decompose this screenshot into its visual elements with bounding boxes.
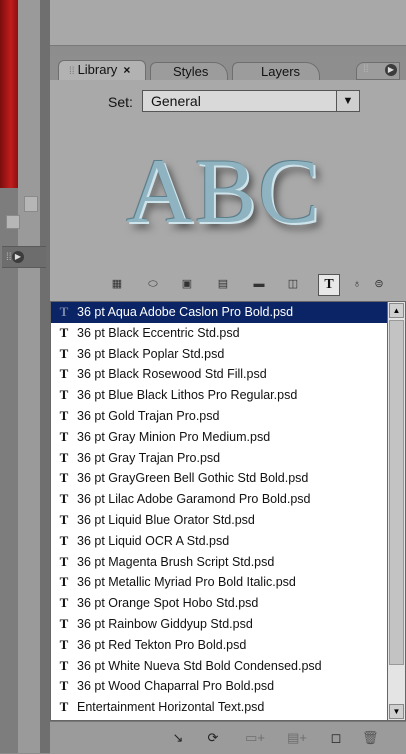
text-layer-icon: T [59, 532, 69, 548]
badge-icon[interactable]: ⊜ [370, 276, 388, 292]
scroll-down-arrow-icon[interactable]: ▼ [389, 704, 404, 719]
new-item-icon[interactable]: ◻ [328, 730, 344, 746]
left-dock-column [18, 0, 40, 753]
grid-icon[interactable]: ▦ [108, 276, 126, 292]
text-layer-icon: T [59, 615, 69, 631]
grip-icon: ⁞⁞ [69, 66, 75, 77]
list-item[interactable]: T 36 pt Magenta Brush Script Std.psd [51, 552, 387, 573]
tab-layers[interactable]: Layers [232, 62, 320, 80]
scroll-up-arrow-icon[interactable]: ▲ [389, 303, 404, 318]
list-item[interactable]: T 36 pt Aqua Adobe Caslon Pro Bold.psd [51, 302, 387, 323]
text-layer-icon: T [59, 574, 69, 590]
text-layer-icon: T [59, 595, 69, 611]
scroll-thumb[interactable] [389, 320, 404, 665]
list-item[interactable]: T 36 pt White Nueva Std Bold Condensed.ps… [51, 656, 387, 677]
dock-scroll-button[interactable] [24, 196, 38, 212]
text-layer-icon: T [59, 449, 69, 465]
text-layer-icon: T [59, 407, 69, 423]
list-item[interactable]: T 36 pt Gray Minion Pro Medium.psd [51, 427, 387, 448]
grip-icon: ⁞⁞ [363, 64, 369, 75]
preview-area: ABC [94, 136, 354, 246]
panel-menu-icon[interactable]: ▶ [385, 64, 397, 76]
text-layer-icon: T [59, 470, 69, 486]
trash-icon[interactable]: 🗑 [362, 730, 379, 746]
canvas-preview-strip [0, 0, 21, 188]
set-dropdown-value: General [151, 93, 201, 109]
list-item[interactable]: T 36 pt Gold Trajan Pro.psd [51, 406, 387, 427]
tab-styles-label: Styles [173, 64, 209, 79]
list-item[interactable]: T 36 pt Metallic Myriad Pro Bold Italic.p… [51, 572, 387, 593]
text-layer-icon: T [59, 511, 69, 527]
add-layer-icon[interactable]: ▭+ [240, 730, 270, 746]
library-list[interactable]: T 36 pt Aqua Adobe Caslon Pro Bold.psd T3… [50, 301, 388, 721]
text-layer-icon: T [59, 553, 69, 569]
list-item[interactable]: T Entertainment Horizontal Text.psd [51, 697, 387, 718]
tab-layers-label: Layers [261, 64, 301, 79]
close-icon[interactable]: × [123, 63, 130, 77]
text-layer-icon: T [59, 699, 69, 715]
panel-separator [50, 46, 406, 56]
text-layer-icon: T [59, 324, 69, 340]
library-panel: ⁞⁞ Library × Styles Layers ⁞⁞ ▶ Set: Gener… [50, 56, 406, 754]
photo-icon[interactable]: ▣ [178, 276, 196, 292]
text-layer-icon: T [59, 636, 69, 652]
refresh-icon[interactable]: ⟳ [205, 730, 221, 746]
list-item[interactable]: T 36 pt Red Tekton Pro Bold.psd [51, 635, 387, 656]
tab-library-label: Library [77, 62, 118, 77]
apply-arrow-icon[interactable]: ↘ [170, 730, 186, 746]
grip-icon: ⁞⁞ [6, 252, 12, 263]
text-layer-icon: T [59, 491, 69, 507]
panel-menu[interactable]: ⁞⁞ ▶ [356, 62, 400, 80]
list-item[interactable]: T 36 pt GrayGreen Bell Gothic Std Bold.ps… [51, 468, 387, 489]
list-item[interactable]: T 36 pt Black Rosewood Std Fill.psd [51, 364, 387, 385]
list-item[interactable]: T 36 pt Blue Black Lithos Pro Regular.psd [51, 385, 387, 406]
dock-scroll-button-2[interactable] [6, 215, 20, 229]
texture-icon[interactable]: ▤ [214, 276, 232, 292]
tool-icon[interactable]: ♁ [348, 276, 366, 292]
left-dock-border [40, 0, 50, 753]
preview-text: ABC [126, 140, 322, 242]
pill-icon[interactable]: ⬭ [144, 276, 162, 292]
text-layer-icon: T [59, 657, 69, 673]
shape-icon[interactable]: ▬ [250, 276, 268, 292]
list-item[interactable]: T 36 pt Orange Spot Hobo Std.psd [51, 593, 387, 614]
list-item[interactable]: T 36 pt Black Poplar Std.psd [51, 344, 387, 365]
list-item[interactable]: T 36 pt Wood Chaparral Pro Bold.psd [51, 676, 387, 697]
text-layer-icon: T [59, 387, 69, 403]
tab-bar: ⁞⁞ Library × Styles Layers ⁞⁞ ▶ [50, 56, 406, 80]
tab-styles[interactable]: Styles [150, 62, 228, 80]
list-item[interactable]: T 36 pt Black Eccentric Std.psd [51, 323, 387, 344]
top-panel-area [50, 0, 406, 46]
list-item[interactable]: T 36 pt Liquid OCR A Std.psd [51, 531, 387, 552]
panel-expand-icon[interactable]: ▶ [12, 251, 24, 263]
dropdown-arrow-icon[interactable]: ▼ [336, 91, 359, 111]
bottom-toolbar: ↘ ⟳ ▭+ ▤+ ◻ 🗑 [50, 721, 406, 754]
add-group-icon[interactable]: ▤+ [282, 730, 312, 746]
filter-icon-row: ▦ ⬭ ▣ ▤ ▬ ◫ T ♁ ⊜ [94, 274, 384, 296]
list-scrollbar[interactable]: ▲ ▼ [388, 301, 406, 721]
text-T-icon[interactable]: T [318, 274, 340, 296]
text-layer-icon: T [59, 678, 69, 694]
list-item[interactable]: T 36 pt Lilac Adobe Garamond Pro Bold.psd [51, 489, 387, 510]
text-layer-icon: T [59, 366, 69, 382]
square-icon[interactable]: ◫ [284, 276, 302, 292]
list-item[interactable]: T 36 pt Liquid Blue Orator Std.psd [51, 510, 387, 531]
set-dropdown[interactable]: General ▼ [142, 90, 360, 112]
text-layer-icon: T [59, 345, 69, 361]
tab-library[interactable]: ⁞⁞ Library × [58, 60, 146, 80]
text-layer-icon: T [59, 428, 69, 444]
text-layer-icon: T [59, 304, 69, 319]
list-item[interactable]: T 36 pt Gray Trajan Pro.psd [51, 448, 387, 469]
set-label: Set: [108, 94, 133, 110]
collapsed-panel-header[interactable]: ⁞⁞ ▶ [2, 246, 46, 268]
list-item[interactable]: T 36 pt Rainbow Giddyup Std.psd [51, 614, 387, 635]
